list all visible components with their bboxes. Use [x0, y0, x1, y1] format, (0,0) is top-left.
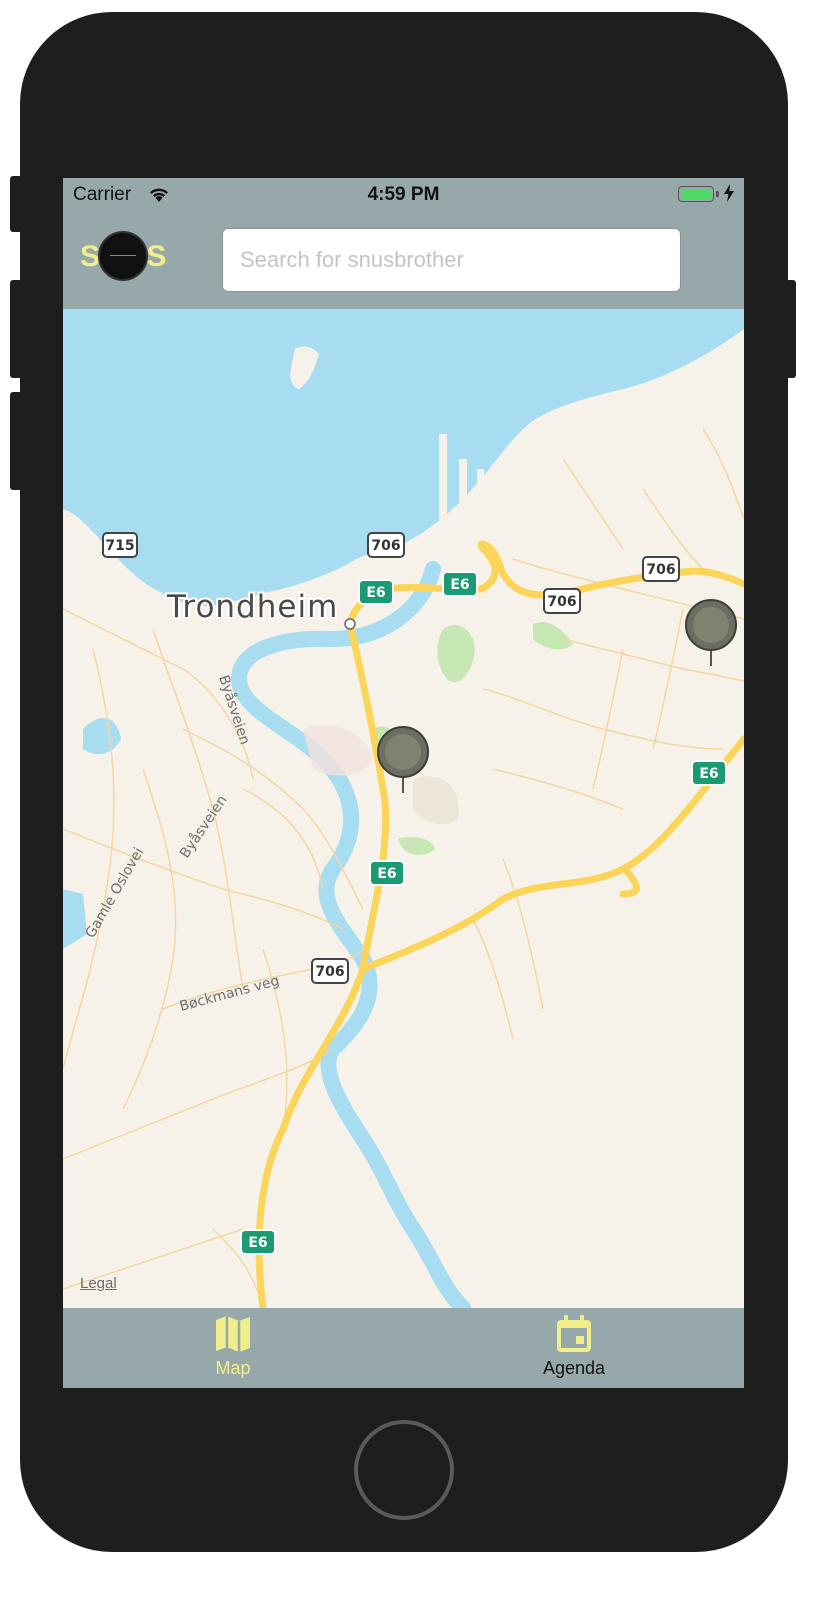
tab-map-label: Map: [215, 1358, 251, 1378]
volume-up-button: [10, 280, 22, 378]
status-bar: Carrier 4:59 PM: [63, 178, 744, 212]
map-canvas[interactable]: Trondheim Byåsveien Byåsveien Gamle Oslo…: [63, 309, 744, 1316]
road-shield: E6: [442, 571, 478, 597]
tab-bar: Map Agenda: [63, 1308, 744, 1388]
legal-link[interactable]: Legal: [80, 1275, 117, 1292]
svg-text:706: 706: [646, 562, 675, 578]
mute-switch: [10, 176, 22, 232]
road-shield: 706: [543, 588, 581, 614]
road-shield: 706: [642, 556, 680, 582]
svg-text:E6: E6: [248, 1235, 267, 1251]
map-icon: [216, 1316, 250, 1352]
battery-tip: [716, 191, 719, 197]
power-button: [786, 280, 796, 378]
svg-text:706: 706: [315, 964, 344, 980]
map-view[interactable]: Trondheim Byåsveien Byåsveien Gamle Oslo…: [63, 309, 744, 1316]
app-screen: Carrier 4:59 PM SNUS: [63, 178, 744, 1388]
svg-text:706: 706: [371, 538, 400, 554]
road-shield: E6: [358, 579, 394, 605]
svg-text:E6: E6: [366, 585, 385, 601]
road-shield: E6: [369, 860, 405, 886]
svg-text:706: 706: [547, 594, 576, 610]
volume-down-button: [10, 392, 22, 490]
home-button[interactable]: [354, 1420, 454, 1520]
city-marker: [344, 618, 356, 630]
app-logo[interactable]: SNUS: [80, 230, 166, 286]
road-shield: 706: [367, 532, 405, 558]
road-shield: E6: [691, 760, 727, 786]
battery-icon: [678, 186, 714, 202]
svg-text:E6: E6: [699, 766, 718, 782]
tab-agenda[interactable]: Agenda: [474, 1308, 674, 1388]
road-shield: E6: [240, 1229, 276, 1255]
city-label: Trondheim: [166, 589, 338, 625]
calendar-icon: [557, 1315, 591, 1352]
svg-text:E6: E6: [450, 577, 469, 593]
road-shield: 715: [102, 532, 138, 558]
app-header: SNUS: [63, 212, 744, 309]
svg-text:715: 715: [105, 538, 134, 554]
clock: 4:59 PM: [367, 184, 440, 205]
tab-agenda-label: Agenda: [542, 1358, 606, 1378]
tab-map[interactable]: Map: [133, 1308, 333, 1388]
charging-bolt-icon: [724, 184, 734, 202]
road-shield: 706: [311, 958, 349, 984]
search-input[interactable]: [222, 228, 681, 292]
logo-disc-icon: [98, 231, 148, 281]
svg-text:E6: E6: [377, 866, 396, 882]
